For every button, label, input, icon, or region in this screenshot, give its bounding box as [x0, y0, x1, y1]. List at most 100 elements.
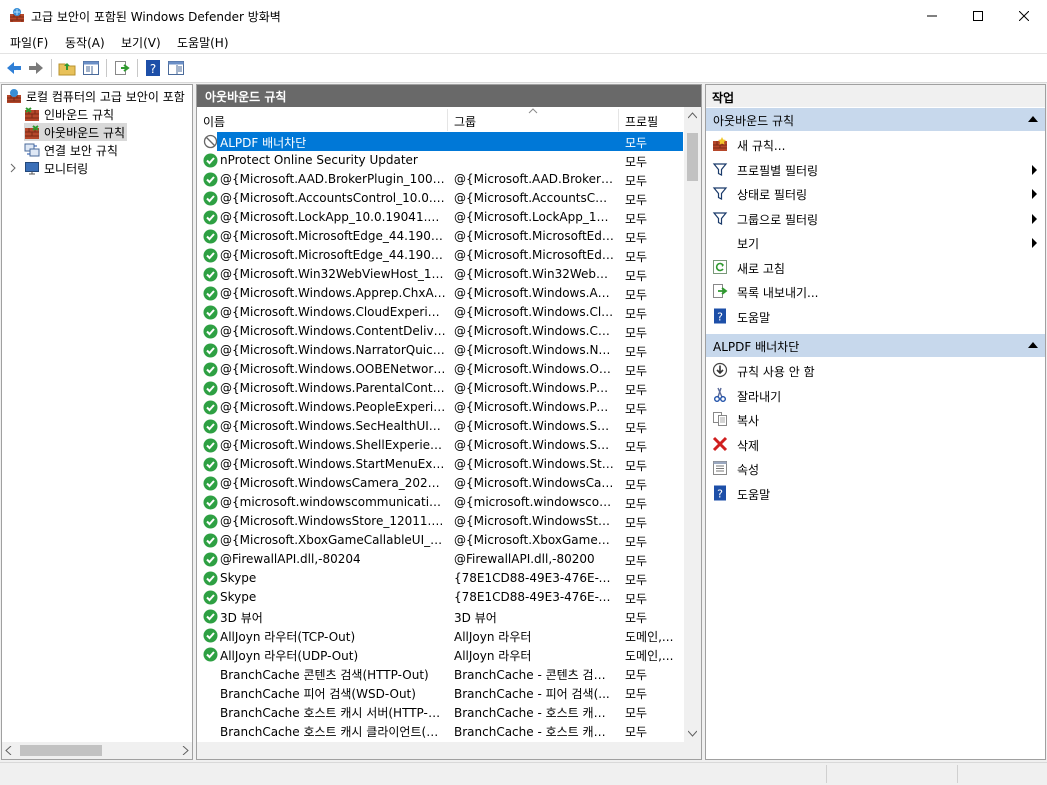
action-item[interactable]: 상태로 필터링: [706, 181, 1045, 205]
table-row[interactable]: @{Microsoft.MicrosoftEdge_44.19041.1....…: [197, 227, 683, 246]
minimize-button[interactable]: [909, 0, 955, 31]
folder-up-icon[interactable]: [58, 59, 76, 77]
close-icon: [1019, 10, 1029, 21]
rule-profile: 모두: [625, 592, 648, 606]
table-row[interactable]: nProtect Online Security Updater 모두: [197, 151, 683, 170]
menu-view[interactable]: 보기(V): [121, 34, 161, 51]
action-item[interactable]: ? 도움말: [706, 481, 1045, 505]
left-horizontal-scrollbar[interactable]: [2, 742, 192, 759]
tree-item-monitoring[interactable]: 모니터링: [8, 159, 88, 177]
scroll-thumb[interactable]: [20, 745, 102, 756]
rule-profile: 모두: [625, 402, 648, 416]
rule-name: @{microsoft.windowscommunicationsa...: [220, 495, 446, 509]
action-label: 보기: [737, 237, 760, 251]
action-item[interactable]: 삭제: [706, 432, 1045, 456]
tree-item-label: 아웃바운드 규칙: [44, 125, 126, 140]
table-row[interactable]: @{Microsoft.XboxGameCallableUI_1000.... @…: [197, 531, 683, 550]
tree-item-inbound-rules[interactable]: 인바운드 규칙: [24, 105, 114, 123]
table-row[interactable]: @{Microsoft.AAD.BrokerPlugin_1000.19... @…: [197, 170, 683, 189]
action-item[interactable]: 프로필별 필터링: [706, 157, 1045, 181]
svg-text:?: ?: [717, 487, 723, 500]
rule-group: @{Microsoft.Win32WebVie...: [454, 267, 614, 281]
table-row[interactable]: @{Microsoft.AccountsControl_10.0.190... @…: [197, 189, 683, 208]
table-row[interactable]: @{Microsoft.Windows.ContentDelivery... @{…: [197, 322, 683, 341]
table-row[interactable]: AllJoyn 라우터(TCP-Out) AllJoyn 라우터 도메인,...: [197, 626, 683, 645]
table-row[interactable]: @{Microsoft.Windows.SecHealthUI_10.0....…: [197, 417, 683, 436]
table-row[interactable]: ALPDF 배너차단 모두: [197, 132, 683, 151]
table-row[interactable]: @{microsoft.windowscommunicationsa... @{m…: [197, 493, 683, 512]
column-header-group[interactable]: 그룹: [448, 108, 619, 131]
action-item[interactable]: 잘라내기: [706, 383, 1045, 407]
scroll-left-icon[interactable]: [5, 746, 13, 755]
table-row[interactable]: Skype {78E1CD88-49E3-476E-B9... 모두: [197, 569, 683, 588]
show-action-pane-icon[interactable]: [167, 59, 185, 77]
action-item[interactable]: 목록 내보내기...: [706, 279, 1045, 303]
scroll-up-icon[interactable]: [688, 112, 697, 120]
table-row[interactable]: BranchCache 호스트 캐시 클라이언트(H... BranchCache…: [197, 721, 683, 740]
allowed-icon: [203, 324, 218, 339]
table-row[interactable]: @{Microsoft.WindowsStore_12011.100... @{M…: [197, 512, 683, 531]
collapse-icon[interactable]: [1028, 116, 1038, 122]
tree-item-outbound-rules[interactable]: 아웃바운드 규칙: [24, 123, 128, 141]
maximize-button[interactable]: [955, 0, 1001, 31]
scroll-thumb[interactable]: [687, 133, 698, 181]
center-horizontal-scrollbar[interactable]: [197, 742, 701, 759]
table-row[interactable]: @{Microsoft.Windows.StartMenuExperie... @…: [197, 455, 683, 474]
action-item[interactable]: 새로 고침: [706, 255, 1045, 279]
action-item[interactable]: ? 도움말: [706, 304, 1045, 328]
chevron-right-icon[interactable]: [8, 160, 20, 176]
rule-name: @FirewallAPI.dll,-80204: [220, 552, 361, 566]
forward-arrow-icon[interactable]: [27, 59, 45, 77]
section-outbound-rules[interactable]: 아웃바운드 규칙: [706, 108, 1045, 131]
collapse-icon[interactable]: [1028, 342, 1038, 348]
rule-profile: 모두: [625, 212, 648, 226]
table-row[interactable]: @{Microsoft.Windows.PeopleExperience... @…: [197, 398, 683, 417]
table-row[interactable]: @{Microsoft.Windows.OOBENetworkCa... @{Mi…: [197, 360, 683, 379]
menu-action[interactable]: 동작(A): [65, 34, 105, 51]
table-row[interactable]: BranchCache 호스트 캐시 서버(HTTP-O... BranchCac…: [197, 702, 683, 721]
table-row[interactable]: BranchCache 피어 검색(WSD-Out) BranchCache - …: [197, 683, 683, 702]
close-button[interactable]: [1001, 0, 1047, 31]
table-row[interactable]: @{Microsoft.Win32WebViewHost_10.0.... @{M…: [197, 265, 683, 284]
table-row[interactable]: @{Microsoft.MicrosoftEdge_44.19041.4... @…: [197, 246, 683, 265]
table-row[interactable]: @{Microsoft.Windows.ShellExperienceH... @…: [197, 436, 683, 455]
toolbar: ?: [0, 53, 1047, 83]
action-item[interactable]: 새 규칙...: [706, 132, 1045, 156]
vertical-scrollbar[interactable]: [684, 107, 701, 744]
column-header-name[interactable]: 이름: [197, 109, 448, 131]
tree-item-connection-security[interactable]: 연결 보안 규칙: [24, 141, 118, 159]
table-row[interactable]: @FirewallAPI.dll,-80204 @FirewallAPI.dll,…: [197, 550, 683, 569]
tree-item-label: 모니터링: [44, 161, 89, 176]
action-item[interactable]: 복사: [706, 407, 1045, 431]
table-row[interactable]: @{Microsoft.Windows.NarratorQuickSta... @…: [197, 341, 683, 360]
table-row[interactable]: @{Microsoft.Windows.Apprep.ChxApp_... @{M…: [197, 284, 683, 303]
table-row[interactable]: @{Microsoft.WindowsCamera_2020.902.... @{…: [197, 474, 683, 493]
menu-file[interactable]: 파일(F): [10, 34, 48, 51]
rule-profile: 모두: [625, 668, 648, 682]
export-list-icon[interactable]: [113, 59, 131, 77]
action-item[interactable]: 속성: [706, 456, 1045, 480]
scroll-right-icon[interactable]: [181, 746, 189, 755]
table-row[interactable]: Skype {78E1CD88-49E3-476E-B9... 모두: [197, 588, 683, 607]
action-item[interactable]: 규칙 사용 안 함: [706, 358, 1045, 382]
table-row[interactable]: @{Microsoft.Windows.ParentalControls_...…: [197, 379, 683, 398]
svg-text:?: ?: [150, 62, 156, 76]
tree-root[interactable]: 로컬 컴퓨터의 고급 보안이 포함: [6, 87, 185, 105]
table-row[interactable]: AllJoyn 라우터(UDP-Out) AllJoyn 라우터 도메인,...: [197, 645, 683, 664]
action-item[interactable]: 그룹으로 필터링: [706, 206, 1045, 230]
column-header-profile[interactable]: 프로필: [619, 109, 683, 131]
section-selected-rule[interactable]: ALPDF 배너차단: [706, 334, 1045, 357]
table-row[interactable]: @{Microsoft.LockApp_10.0.19041.1_ne... @{…: [197, 208, 683, 227]
action-item[interactable]: 보기: [706, 230, 1045, 254]
rule-group: @{Microsoft.Windows.OOB...: [454, 362, 614, 376]
menu-help[interactable]: 도움말(H): [177, 34, 229, 51]
table-row[interactable]: 3D 뷰어 3D 뷰어 모두: [197, 607, 683, 626]
rule-group: {78E1CD88-49E3-476E-B9...: [454, 571, 614, 585]
rule-group: @{Microsoft.Windows.Cont...: [454, 324, 614, 338]
table-row[interactable]: BranchCache 콘텐츠 검색(HTTP-Out) BranchCache …: [197, 664, 683, 683]
back-arrow-icon[interactable]: [5, 59, 23, 77]
help-icon[interactable]: ?: [144, 59, 162, 77]
scroll-down-icon[interactable]: [688, 729, 697, 737]
table-row[interactable]: @{Microsoft.Windows.CloudExperience... @{…: [197, 303, 683, 322]
show-hide-tree-icon[interactable]: [82, 59, 100, 77]
